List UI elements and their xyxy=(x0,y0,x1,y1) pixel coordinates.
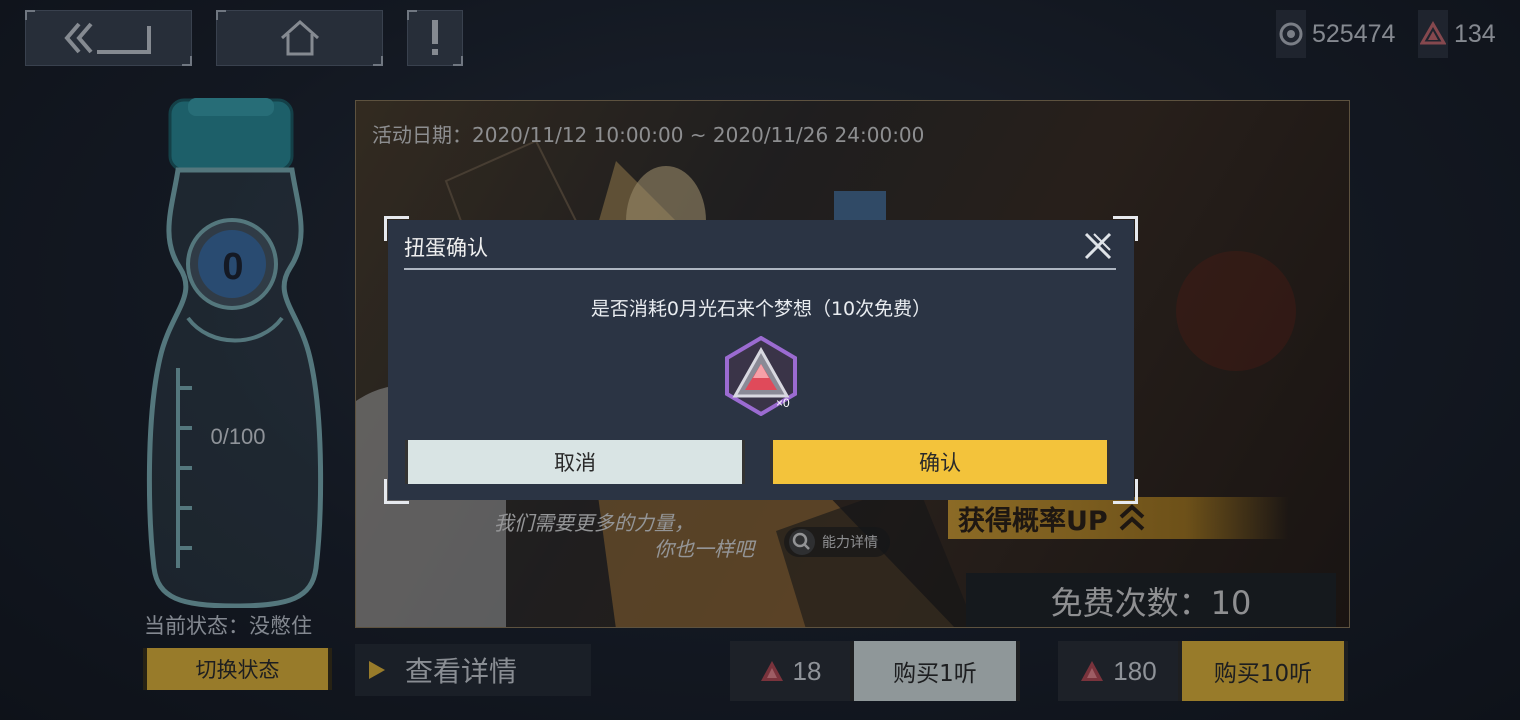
cancel-button[interactable]: 取消 xyxy=(405,440,745,484)
dialog-message: 是否消耗0月光石来个梦想（10次免费） xyxy=(590,298,932,320)
dialog-divider xyxy=(404,268,1116,270)
confirm-button[interactable]: 确认 xyxy=(770,440,1110,484)
dialog-title: 扭蛋确认 xyxy=(404,236,488,260)
close-icon[interactable] xyxy=(1080,228,1116,264)
gem-count: ×0 xyxy=(776,396,790,410)
gacha-confirm-dialog: 扭蛋确认 是否消耗0月光石来个梦想（10次免费） ×0 取消 确认 xyxy=(384,216,1138,504)
